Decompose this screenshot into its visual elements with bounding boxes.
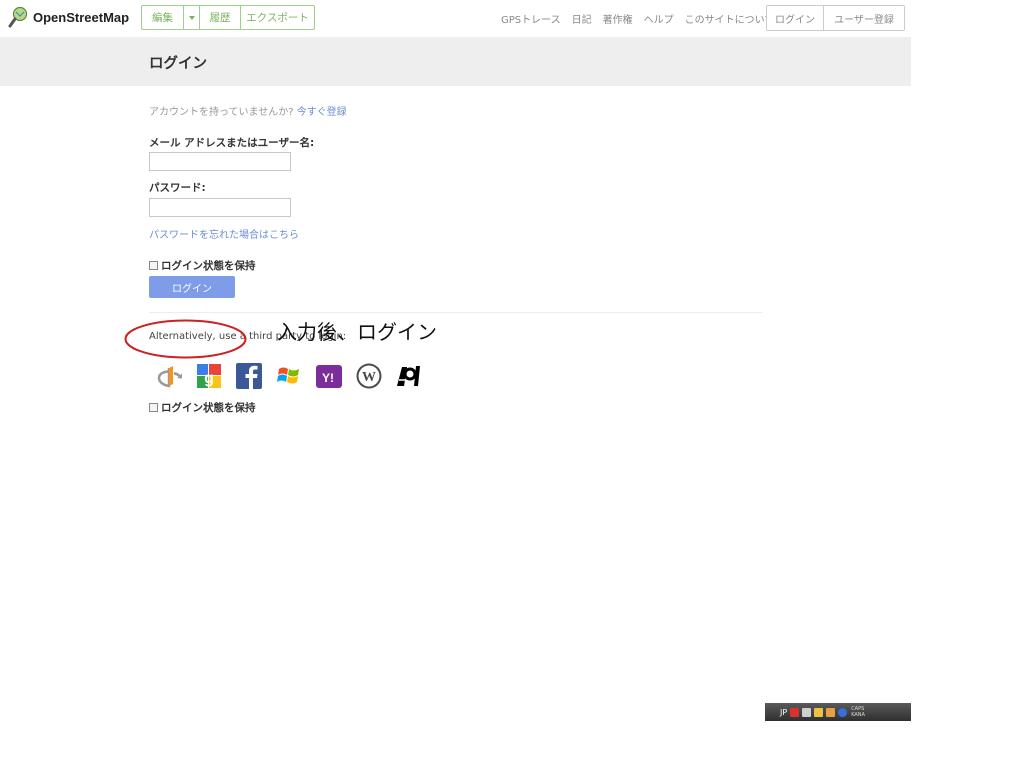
login-nav-button[interactable]: ログイン — [767, 6, 824, 30]
yahoo-icon[interactable]: Y! — [315, 362, 343, 390]
content-heading: ログイン — [0, 37, 911, 86]
divider — [149, 312, 762, 313]
remember-checkbox[interactable] — [149, 261, 158, 270]
edit-button[interactable]: 編集 — [142, 6, 184, 29]
signup-now-link[interactable]: 今すぐ登録 — [297, 107, 347, 118]
nav-diary[interactable]: 日記 — [572, 11, 592, 26]
nav-help[interactable]: ヘルプ — [644, 11, 674, 26]
caps-indicator: CAPS KANA — [851, 706, 865, 718]
login-submit-button[interactable]: ログイン — [149, 276, 235, 298]
svg-text:Y!: Y! — [322, 371, 334, 385]
brand-logo[interactable]: OpenStreetMap — [8, 6, 129, 28]
remember-me[interactable]: ログイン状態を保持 — [149, 258, 256, 273]
remember-label: ログイン状態を保持 — [161, 260, 256, 272]
page-title: ログイン — [149, 56, 207, 72]
help-icon[interactable] — [838, 707, 848, 717]
secondary-nav: GPSトレース 日記 著作権 ヘルプ このサイトについて — [501, 11, 774, 26]
annotation-text: 入力後、ログイン — [277, 320, 437, 344]
top-navigation: OpenStreetMap 編集 履歴 エクスポート GPSトレース 日記 著作… — [0, 0, 911, 37]
edit-dropdown-button[interactable] — [184, 6, 200, 29]
password-field[interactable] — [149, 198, 291, 217]
remember-me-third-party[interactable]: ログイン状態を保持 — [149, 400, 256, 415]
remember-label-third-party: ログイン状態を保持 — [161, 402, 256, 414]
ime-tool-icon[interactable] — [814, 707, 824, 717]
auth-button-group: ログイン ユーザー登録 — [766, 5, 905, 31]
taskbar-tray: JP CAPS KANA — [765, 703, 911, 721]
nav-copyright[interactable]: 著作権 — [603, 11, 633, 26]
email-field[interactable] — [149, 152, 291, 171]
windows-live-icon[interactable] — [275, 362, 303, 390]
wordpress-icon[interactable]: W — [355, 362, 383, 390]
svg-text:g: g — [204, 370, 214, 387]
nav-gps-traces[interactable]: GPSトレース — [501, 11, 561, 26]
export-tab[interactable]: エクスポート — [241, 6, 314, 29]
nav-about[interactable]: このサイトについて — [685, 11, 775, 26]
svg-text:W: W — [362, 370, 376, 385]
osm-logo-icon — [8, 6, 28, 28]
annotation-circle — [124, 319, 247, 359]
password-label: パスワード: — [149, 182, 206, 194]
signup-nav-button[interactable]: ユーザー登録 — [824, 6, 904, 30]
ime-icon[interactable] — [790, 707, 800, 717]
ime-mode-icon[interactable] — [802, 707, 812, 717]
google-icon[interactable]: g — [195, 362, 223, 390]
history-tab[interactable]: 履歴 — [200, 6, 241, 29]
input-language[interactable]: JP — [780, 708, 787, 717]
edit-button-group: 編集 履歴 エクスポート — [141, 5, 315, 30]
facebook-icon[interactable] — [235, 362, 263, 390]
brand-name: OpenStreetMap — [33, 9, 130, 25]
chevron-down-icon — [188, 15, 195, 20]
openid-icon[interactable] — [156, 362, 184, 390]
ime-dictionary-icon[interactable] — [826, 707, 836, 717]
email-label: メール アドレスまたはユーザー名: — [149, 137, 315, 149]
forgot-password-link[interactable]: パスワードを忘れた場合はこちら — [149, 226, 299, 241]
no-account-text: アカウントを持っていませんか? — [149, 107, 297, 118]
no-account-line: アカウントを持っていませんか? 今すぐ登録 — [149, 103, 347, 118]
remember-checkbox-third-party[interactable] — [149, 403, 158, 412]
kana-label: KANA — [851, 712, 865, 718]
aol-icon[interactable] — [395, 362, 423, 390]
